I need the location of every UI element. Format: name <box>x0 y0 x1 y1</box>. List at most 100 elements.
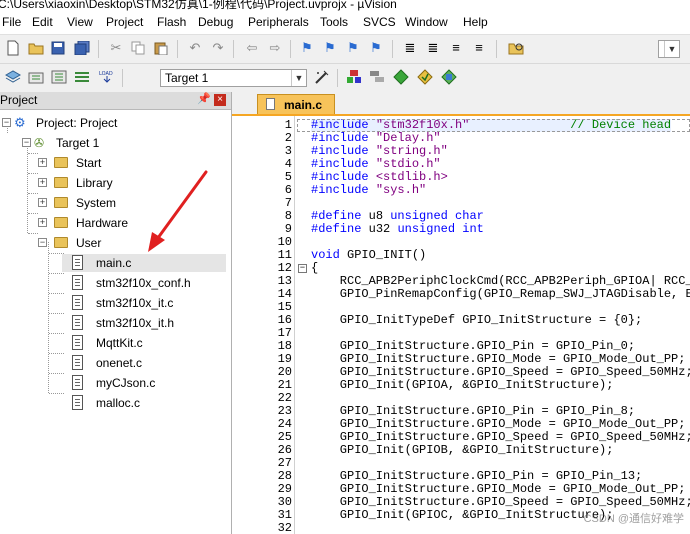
menu-svcs[interactable]: SVCS <box>363 15 396 29</box>
uncomment-icon[interactable]: ≡ <box>471 40 487 56</box>
unindent-icon[interactable]: ≣ <box>425 40 441 56</box>
fold-icon[interactable]: − <box>298 264 307 273</box>
undo-icon[interactable]: ↶ <box>187 40 203 56</box>
build-icon[interactable] <box>28 69 44 85</box>
code-editor[interactable]: 1 #include "stm32f10x.h" // Device head 2 #… <box>232 116 690 534</box>
line-number: 32 <box>277 521 292 534</box>
expand-icon[interactable]: + <box>38 198 47 207</box>
menu-debug[interactable]: Debug <box>198 15 233 29</box>
redo-icon[interactable]: ↷ <box>210 40 226 56</box>
editor-tabs: main.c <box>232 92 690 116</box>
tree-group-system[interactable]: + System <box>0 194 231 212</box>
download-icon[interactable]: LOAD <box>98 69 114 85</box>
tree-file-main-c[interactable]: main.c <box>62 254 226 272</box>
menu-project[interactable]: Project <box>106 15 143 29</box>
standard-toolbar: ✂ ↶ ↷ ⇦ ⇨ ⚑ ⚑ ⚑ ⚑ ≣ ≣ ≡ ≡ ▼ <box>0 35 690 64</box>
expand-icon[interactable]: + <box>38 178 47 187</box>
save-icon[interactable] <box>50 40 66 56</box>
code-line[interactable]: 5 #include <stdlib.h> <box>232 171 690 184</box>
pack-options-icon[interactable] <box>441 69 457 85</box>
new-file-icon[interactable] <box>5 40 21 56</box>
search-combo[interactable]: ▼ <box>658 40 680 58</box>
menu-peripherals[interactable]: Peripherals <box>248 15 309 29</box>
target-options-icon[interactable] <box>314 69 330 85</box>
code-line[interactable]: 26 GPIO_Init(GPIOB, &GPIO_InitStructure)… <box>232 444 690 457</box>
tree-file[interactable]: stm32f10x_it.c <box>62 294 226 312</box>
code-text: GPIO_PinRemapConfig(GPIO_Remap_SWJ_JTAGD… <box>311 287 690 301</box>
tree-file-label: malloc.c <box>96 396 141 410</box>
c-file-icon <box>72 395 83 410</box>
translate-icon[interactable] <box>5 69 21 85</box>
code-line[interactable]: 14 GPIO_PinRemapConfig(GPIO_Remap_SWJ_JT… <box>232 288 690 301</box>
prev-bookmark-icon[interactable]: ⚑ <box>322 40 338 56</box>
nav-forward-icon[interactable]: ⇨ <box>267 40 283 56</box>
menu-edit[interactable]: Edit <box>32 15 53 29</box>
menu-tools[interactable]: Tools <box>320 15 348 29</box>
open-icon[interactable] <box>28 40 44 56</box>
expand-icon[interactable]: + <box>38 218 47 227</box>
comment-icon[interactable]: ≡ <box>448 40 464 56</box>
target-select-value: Target 1 <box>165 71 209 85</box>
clear-bookmarks-icon[interactable]: ⚑ <box>368 40 384 56</box>
menu-file[interactable]: File <box>2 15 21 29</box>
folder-icon <box>54 197 68 208</box>
tree-file[interactable]: stm32f10x_it.h <box>62 314 226 332</box>
collapse-icon[interactable]: − <box>38 238 47 247</box>
pack-installer-icon[interactable] <box>393 69 409 85</box>
code-line[interactable]: 16 GPIO_InitTypeDef GPIO_InitStructure =… <box>232 314 690 327</box>
code-text: GPIO_Init(GPIOC, &GPIO_InitStructure); <box>311 508 614 522</box>
expand-icon[interactable]: + <box>38 158 47 167</box>
folder-icon <box>54 217 68 228</box>
tree-root-label: Project: Project <box>36 116 118 130</box>
menu-window[interactable]: Window <box>405 15 448 29</box>
target-select[interactable]: Target 1 ▼ <box>160 69 307 87</box>
code-line[interactable]: 11 void GPIO_INIT() <box>232 249 690 262</box>
select-pack-icon[interactable] <box>369 69 385 85</box>
rebuild-icon[interactable] <box>51 69 67 85</box>
collapse-icon[interactable]: − <box>22 138 31 147</box>
code-line[interactable]: 2 #include "Delay.h" <box>232 132 690 145</box>
indent-icon[interactable]: ≣ <box>402 40 418 56</box>
pin-icon[interactable]: 📌 <box>197 92 211 105</box>
collapse-icon[interactable]: − <box>2 118 11 127</box>
c-file-icon <box>72 355 83 370</box>
next-bookmark-icon[interactable]: ⚑ <box>345 40 361 56</box>
bookmark-icon[interactable]: ⚑ <box>299 40 315 56</box>
code-line[interactable]: 10 <box>232 236 690 249</box>
menu-flash[interactable]: Flash <box>157 15 186 29</box>
menu-help[interactable]: Help <box>463 15 488 29</box>
tree-group-library[interactable]: + Library <box>0 174 231 192</box>
code-line[interactable]: 21 GPIO_Init(GPIOA, &GPIO_InitStructure)… <box>232 379 690 392</box>
nav-back-icon[interactable]: ⇦ <box>244 40 260 56</box>
tree-target-label: Target 1 <box>56 136 100 150</box>
tree-file[interactable]: malloc.c <box>62 394 226 412</box>
code-line[interactable]: 4 #include "stdio.h" <box>232 158 690 171</box>
c-file-icon <box>72 255 83 270</box>
copy-icon[interactable] <box>130 40 146 56</box>
close-icon[interactable]: × <box>214 94 226 106</box>
tree-file[interactable]: onenet.c <box>62 354 226 372</box>
menu-view[interactable]: View <box>67 15 93 29</box>
tree-file[interactable]: myCJson.c <box>62 374 226 392</box>
code-line[interactable]: 1 #include "stm32f10x.h" // Device head <box>232 119 690 132</box>
save-all-icon[interactable] <box>74 40 90 56</box>
tree-root-project[interactable]: − ⚙ Project: Project <box>0 114 231 132</box>
tree-group-hardware[interactable]: + Hardware <box>0 214 231 232</box>
tree-group-user[interactable]: − User <box>0 234 231 252</box>
cut-icon[interactable]: ✂ <box>108 40 124 56</box>
batch-build-icon[interactable] <box>74 69 90 85</box>
tab-main-c[interactable]: main.c <box>257 94 335 114</box>
tree-target[interactable]: − ✇ Target 1 <box>0 134 231 152</box>
tree-file[interactable]: stm32f10x_conf.h <box>62 274 226 292</box>
code-line[interactable]: 3 #include "string.h" <box>232 145 690 158</box>
run-time-env-icon[interactable] <box>417 69 433 85</box>
tree-group-start[interactable]: + Start <box>0 154 231 172</box>
folder-icon <box>54 157 68 168</box>
code-line[interactable]: 6 #include "sys.h" <box>232 184 690 197</box>
manage-components-icon[interactable] <box>346 69 362 85</box>
tree-file[interactable]: MqttKit.c <box>62 334 226 352</box>
code-text: #include "sys.h" <box>311 183 427 197</box>
code-line[interactable]: 9 #define u32 unsigned int <box>232 223 690 236</box>
find-in-files-icon[interactable] <box>508 40 524 56</box>
paste-icon[interactable] <box>153 40 169 56</box>
